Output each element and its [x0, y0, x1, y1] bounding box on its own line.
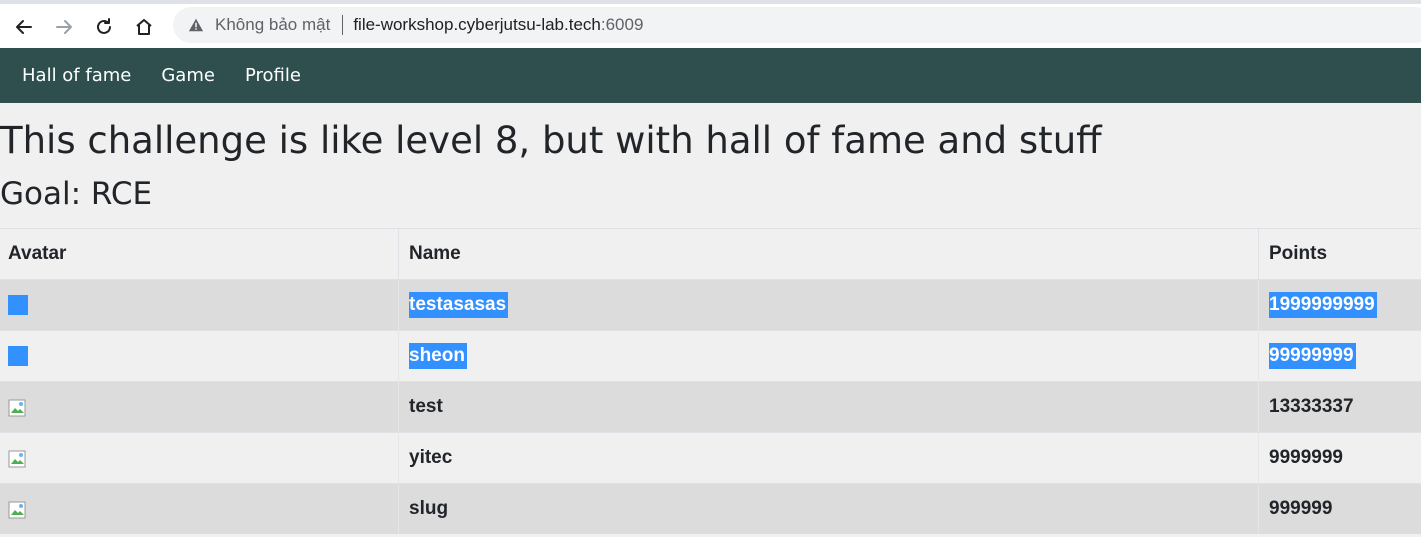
player-name: testasasas: [409, 292, 509, 318]
table-row: slug 999999: [0, 483, 1421, 534]
points-cell: 13333337: [1258, 381, 1421, 433]
name-cell: slug: [398, 483, 1259, 534]
avatar-cell: [0, 279, 399, 331]
broken-image-icon: [8, 398, 26, 417]
nav-link-hall-of-fame[interactable]: Hall of fame: [22, 65, 131, 86]
nav-link-game[interactable]: Game: [161, 65, 215, 86]
site-navbar: Hall of fame Game Profile: [0, 48, 1421, 103]
warning-icon[interactable]: [187, 16, 205, 34]
table-row: sheon 99999999: [0, 330, 1421, 382]
browser-toolbar: Không bảo mật file-workshop.cyberjutsu-l…: [0, 0, 1421, 48]
goal-heading: Goal: RCE: [0, 176, 153, 212]
avatar: [8, 294, 28, 315]
avatar-cell: [0, 381, 399, 433]
points-cell: 999999: [1258, 483, 1421, 534]
points-cell: 99999999: [1258, 330, 1421, 382]
security-label[interactable]: Không bảo mật: [215, 15, 330, 35]
player-name: sheon: [409, 343, 467, 369]
url-port: :6009: [600, 15, 644, 34]
header-points: Points: [1258, 228, 1421, 280]
broken-image-icon: [8, 449, 26, 468]
reload-icon: [97, 18, 111, 34]
avatar: [8, 345, 28, 366]
url-host: file-workshop.cyberjutsu-lab.tech: [353, 15, 601, 34]
nav-link-profile[interactable]: Profile: [245, 65, 301, 86]
avatar-cell: [0, 330, 399, 382]
hall-of-fame-table: Avatar Name Points testasasas 1999999999…: [0, 228, 1421, 534]
page-content: This challenge is like level 8, but with…: [0, 103, 1421, 537]
header-name: Name: [398, 228, 1259, 280]
header-avatar: Avatar: [0, 228, 399, 280]
name-cell: sheon: [398, 330, 1259, 382]
broken-image-icon: [8, 500, 26, 519]
challenge-description: This challenge is like level 8, but with…: [0, 119, 1102, 162]
home-button[interactable]: [129, 12, 159, 42]
points-cell: 1999999999: [1258, 279, 1421, 331]
arrow-left-icon: [16, 20, 32, 34]
player-points: 1999999999: [1269, 292, 1377, 318]
points-cell: 9999999: [1258, 432, 1421, 484]
reload-button[interactable]: [89, 12, 119, 42]
avatar-cell: [0, 432, 399, 484]
table-row: yitec 9999999: [0, 432, 1421, 484]
back-button[interactable]: [9, 12, 39, 42]
table-row: testasasas 1999999999: [0, 279, 1421, 331]
table-row: test 13333337: [0, 381, 1421, 433]
name-cell: test: [398, 381, 1259, 433]
omnibox-divider: [342, 15, 344, 35]
player-points: 99999999: [1269, 343, 1356, 369]
table-header-row: Avatar Name Points: [0, 228, 1421, 280]
home-icon: [136, 19, 152, 35]
url-text[interactable]: file-workshop.cyberjutsu-lab.tech:6009: [353, 15, 643, 35]
arrow-right-icon: [56, 20, 72, 34]
address-bar[interactable]: Không bảo mật file-workshop.cyberjutsu-l…: [173, 7, 1421, 43]
forward-button[interactable]: [49, 12, 79, 42]
name-cell: testasasas: [398, 279, 1259, 331]
name-cell: yitec: [398, 432, 1259, 484]
avatar-cell: [0, 483, 399, 534]
